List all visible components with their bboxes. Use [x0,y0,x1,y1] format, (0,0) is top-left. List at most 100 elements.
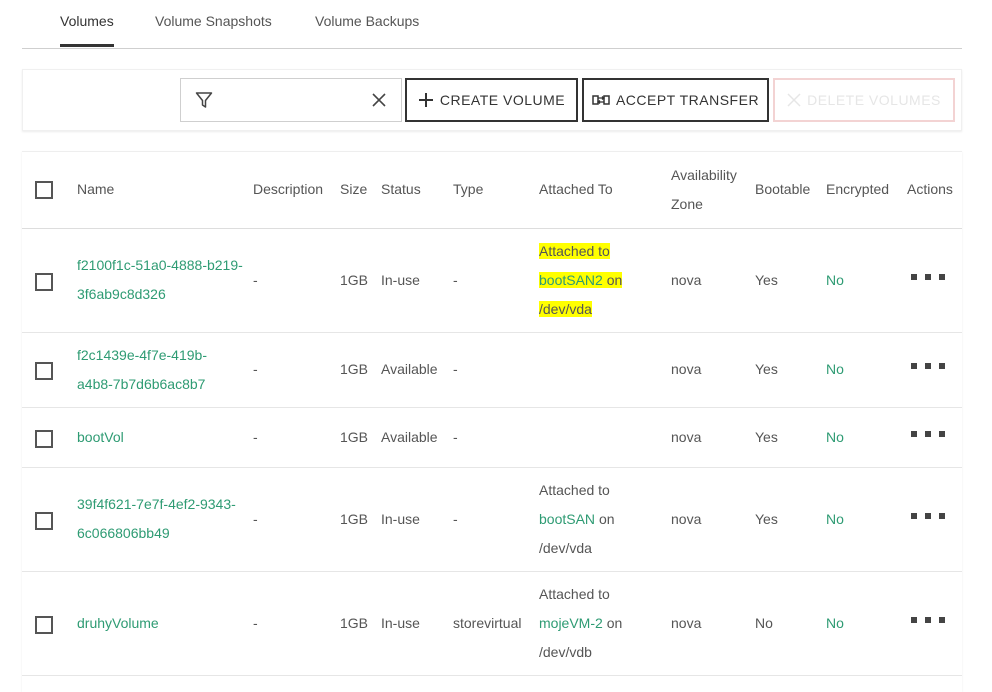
attached-server-link[interactable]: bootSAN [539,511,595,527]
header-type[interactable]: Type [453,175,483,204]
volume-attached-to: Attached to bootSAN on /dev/vda [539,476,615,563]
table-row: f2c1439e-4f7e-419b- a4b8-7b7d6b6ac8b7 - … [22,332,962,408]
volume-size: 1GB [340,511,369,527]
volume-encrypted[interactable]: No [826,355,844,384]
header-az-line2: Zone [671,196,703,212]
volume-name-line1: f2c1439e-4f7e-419b- [77,347,207,363]
volume-description: - [253,361,258,377]
volume-status: In-use [381,272,420,288]
volume-type: - [453,429,458,445]
clear-filter-icon[interactable] [371,92,387,108]
volume-size: 1GB [340,272,369,288]
attached-device: /dev/vda [539,540,592,556]
tab-bar: Volumes Volume Snapshots Volume Backups [22,0,962,49]
table-row: f2100f1c-51a0-4888-b219- 3f6ab9c8d326 - … [22,228,962,333]
plus-icon [418,93,433,107]
row-checkbox[interactable] [35,273,53,291]
header-status[interactable]: Status [381,175,421,204]
header-name[interactable]: Name [77,175,114,204]
volume-status: Available [381,361,438,377]
row-actions-menu-icon[interactable] [911,513,951,523]
volume-bootable: Yes [755,361,778,377]
tab-volume-backups[interactable]: Volume Backups [315,13,419,47]
volume-name-line2: 3f6ab9c8d326 [77,286,166,302]
volume-type: storevirtual [453,615,522,631]
delete-volumes-label: DELETE VOLUMES [807,92,941,108]
volume-encrypted[interactable]: No [826,423,844,452]
delete-volumes-button[interactable]: DELETE VOLUMES [773,78,955,122]
row-actions-menu-icon[interactable] [911,431,951,441]
volume-status: In-use [381,615,420,631]
row-checkbox[interactable] [35,616,53,634]
volume-type: - [453,272,458,288]
select-all-checkbox[interactable] [35,181,53,199]
attached-on: on [606,272,623,288]
volume-name-line1: 39f4f621-7e7f-4ef2-9343- [77,496,236,512]
volume-bootable: No [755,615,773,631]
row-actions-menu-icon[interactable] [911,274,951,284]
filter-icon [195,92,213,108]
accept-transfer-button[interactable]: ACCEPT TRANSFER [582,78,769,122]
volume-status: In-use [381,511,420,527]
volume-name-link[interactable]: bootVol [77,423,124,452]
volume-name-link[interactable]: f2100f1c-51a0-4888-b219- 3f6ab9c8d326 [77,251,243,309]
volume-encrypted[interactable]: No [826,609,844,638]
attached-prefix: Attached to [539,586,610,602]
table-row: bootVol - 1GB Available - nova Yes No [22,407,962,468]
attached-server-link[interactable]: mojeVM-2 [539,615,603,631]
volume-type: - [453,361,458,377]
volume-name-link[interactable]: f2c1439e-4f7e-419b- a4b8-7b7d6b6ac8b7 [77,341,207,399]
toolbar: CREATE VOLUME ACCEPT TRANSFER DELETE VOL… [22,69,962,131]
volume-type: - [453,511,458,527]
attached-device: /dev/vdb [539,644,592,660]
volume-bootable: Yes [755,272,778,288]
header-size[interactable]: Size [340,175,367,204]
table-header: Name Description Size Status Type Attach… [22,152,962,229]
volume-description: - [253,511,258,527]
volume-status: Available [381,429,438,445]
header-description[interactable]: Description [253,175,323,204]
attached-on: on [606,615,623,631]
attached-prefix: Attached to [539,482,610,498]
header-actions: Actions [907,181,953,197]
accept-transfer-label: ACCEPT TRANSFER [615,92,760,108]
volume-name-link[interactable]: druhyVolume [77,609,159,638]
tab-volumes[interactable]: Volumes [60,13,114,47]
volume-size: 1GB [340,615,369,631]
header-encrypted[interactable]: Encrypted [826,175,889,204]
volume-name-line1: f2100f1c-51a0-4888-b219- [77,257,243,273]
create-volume-button[interactable]: CREATE VOLUME [405,78,578,122]
filter-box [180,78,402,122]
volume-az: nova [671,361,702,377]
volume-encrypted[interactable]: No [826,505,844,534]
attached-server-link[interactable]: bootSAN2 [539,272,603,288]
row-checkbox[interactable] [35,430,53,448]
header-availability-zone[interactable]: Availability Zone [671,161,737,219]
volume-description: - [253,272,258,288]
volume-az: nova [671,272,702,288]
row-actions-menu-icon[interactable] [911,617,951,627]
volume-az: nova [671,615,702,631]
volume-attached-to: Attached to bootSAN2 on /dev/vda [539,237,623,324]
transfer-icon [592,95,610,105]
row-checkbox[interactable] [35,512,53,530]
attached-device: /dev/vda [539,301,592,317]
header-az-line1: Availability [671,167,737,183]
volume-bootable: Yes [755,511,778,527]
volume-name-line2: a4b8-7b7d6b6ac8b7 [77,376,206,392]
volume-name-line2: 6c066806bb49 [77,525,170,541]
header-bootable[interactable]: Bootable [755,175,810,204]
volume-encrypted[interactable]: No [826,266,844,295]
filter-input[interactable] [225,87,359,115]
volumes-table: Name Description Size Status Type Attach… [22,151,962,692]
table-row: druhyVolume - 1GB In-use storevirtual At… [22,571,962,676]
volume-name-link[interactable]: 39f4f621-7e7f-4ef2-9343- 6c066806bb49 [77,490,236,548]
volume-size: 1GB [340,361,369,377]
header-attached-to[interactable]: Attached To [539,175,613,204]
row-actions-menu-icon[interactable] [911,363,951,373]
table-row: 39f4f621-7e7f-4ef2-9343- 6c066806bb49 - … [22,467,962,572]
tab-volume-snapshots[interactable]: Volume Snapshots [155,13,272,47]
volume-description: - [253,615,258,631]
volume-az: nova [671,429,702,445]
row-checkbox[interactable] [35,362,53,380]
